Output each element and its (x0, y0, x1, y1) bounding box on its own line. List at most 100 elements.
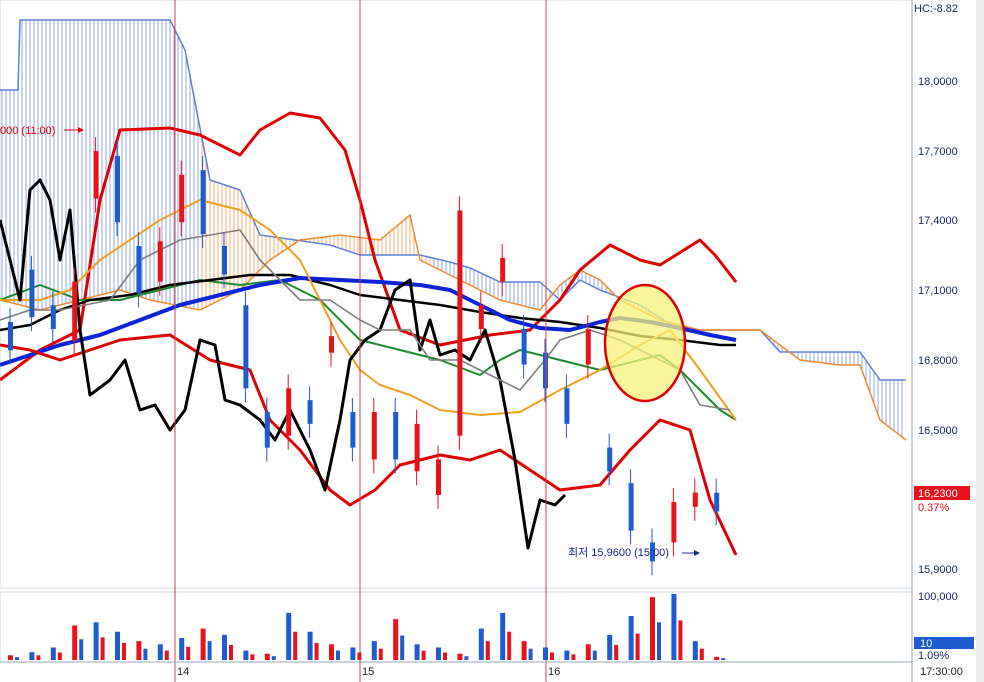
volume-bar (714, 656, 720, 660)
volume-bar (329, 644, 334, 660)
stock-chart[interactable]: HC:-8.82 18,0000 17,7000 17,4000 17,1000… (0, 0, 984, 682)
volume-bar (179, 638, 185, 660)
volume-bar (200, 628, 206, 660)
volume-bar (585, 644, 591, 660)
candle-body (371, 412, 377, 460)
price-tick: 16,5000 (918, 425, 958, 437)
candle-body (350, 412, 356, 448)
change-pct: 0.37% (918, 502, 949, 514)
volume-bar (222, 634, 227, 660)
candle-body (628, 483, 634, 531)
volume-bar (478, 628, 484, 660)
volume-bar (543, 647, 548, 660)
volume-bar (286, 612, 292, 660)
volume-bar (614, 644, 619, 660)
volume-bar (378, 648, 383, 660)
volume-bar (457, 653, 463, 660)
volume-bar (314, 643, 319, 660)
volume-bar (8, 655, 13, 660)
volume-bar (57, 652, 62, 660)
chart-grid (0, 0, 984, 682)
candle-body (93, 151, 99, 199)
volume-bar (671, 594, 677, 660)
price-tick: 18,0000 (918, 76, 958, 88)
candle-body (607, 447, 613, 472)
volume-bar (607, 634, 613, 660)
volume-tick: 100,000 (918, 591, 958, 603)
volume-bar (550, 652, 554, 660)
volume-bar (207, 641, 212, 660)
volume-bar (571, 654, 576, 660)
volume-bar (485, 641, 490, 660)
volume-bar (414, 644, 420, 660)
volume-bar (29, 652, 35, 660)
volume-bar (628, 616, 634, 660)
candle-body (585, 329, 591, 365)
date-tick: 14 (177, 666, 189, 678)
volume-bar (635, 633, 640, 660)
volume-bar (250, 654, 255, 660)
volume-bar (592, 650, 597, 660)
volume-bar (50, 647, 56, 660)
volume-tick: 1.09% (918, 650, 949, 662)
candle-body (692, 492, 698, 507)
candle-body (243, 305, 249, 389)
volume-bar (699, 648, 704, 660)
volume-bar (500, 612, 506, 660)
candle-body (29, 269, 35, 318)
volume-bar (692, 641, 698, 660)
volume-bar (436, 647, 441, 660)
volume-bar (122, 643, 126, 660)
volume-bar (564, 650, 570, 660)
candle-body (307, 400, 313, 424)
volume-bar (293, 631, 298, 660)
time-axis: 14 15 16 17:30:00 (0, 661, 963, 678)
volume-bar (393, 619, 399, 660)
candle-body (264, 412, 270, 448)
candle-body (564, 388, 570, 424)
volume-bar (421, 650, 426, 660)
volume-bar (164, 650, 169, 660)
volume-bar (186, 646, 191, 660)
volume-bar (157, 644, 163, 660)
volume-bar (307, 631, 313, 660)
volume-bar (143, 648, 148, 660)
volume-bar (336, 650, 340, 660)
candle-body (714, 492, 720, 512)
candle-body (329, 336, 334, 353)
volume-bar (521, 641, 527, 660)
volume-bar (528, 648, 533, 660)
low-annotation: 최저 15,9600 (15:00) (568, 546, 669, 559)
candle-body (72, 281, 78, 341)
price-tick: 16,8000 (918, 355, 958, 367)
volume-badge-label: 10 (920, 638, 932, 650)
volume-bar (243, 650, 249, 660)
volume-bar (229, 644, 233, 660)
candle-body (457, 210, 463, 436)
candle-body (393, 412, 399, 460)
volume-bar (371, 641, 377, 660)
candle-body (500, 257, 506, 282)
candle-body (286, 388, 292, 436)
volume-bar (15, 657, 19, 660)
hc-label: HC:-8.82 (914, 3, 958, 15)
volume-bar (93, 622, 99, 660)
volume-bar (678, 620, 683, 660)
volume-bar (400, 635, 405, 660)
volume-bar (650, 597, 655, 660)
volume-bar (36, 655, 41, 660)
candle-body (136, 246, 142, 294)
volume-bar (79, 639, 84, 660)
volume-bar (357, 652, 362, 660)
price-tick: 17,1000 (918, 285, 958, 297)
candle-body (179, 174, 185, 223)
volume-bar (507, 631, 512, 660)
candle-body (521, 329, 527, 365)
candle-body (200, 170, 206, 235)
volume-bar (136, 641, 142, 660)
price-tick: 17,4000 (918, 215, 958, 227)
date-tick: 15 (362, 666, 374, 678)
candle-body (115, 155, 120, 223)
candle-body (671, 502, 677, 543)
candle-body (222, 246, 227, 275)
